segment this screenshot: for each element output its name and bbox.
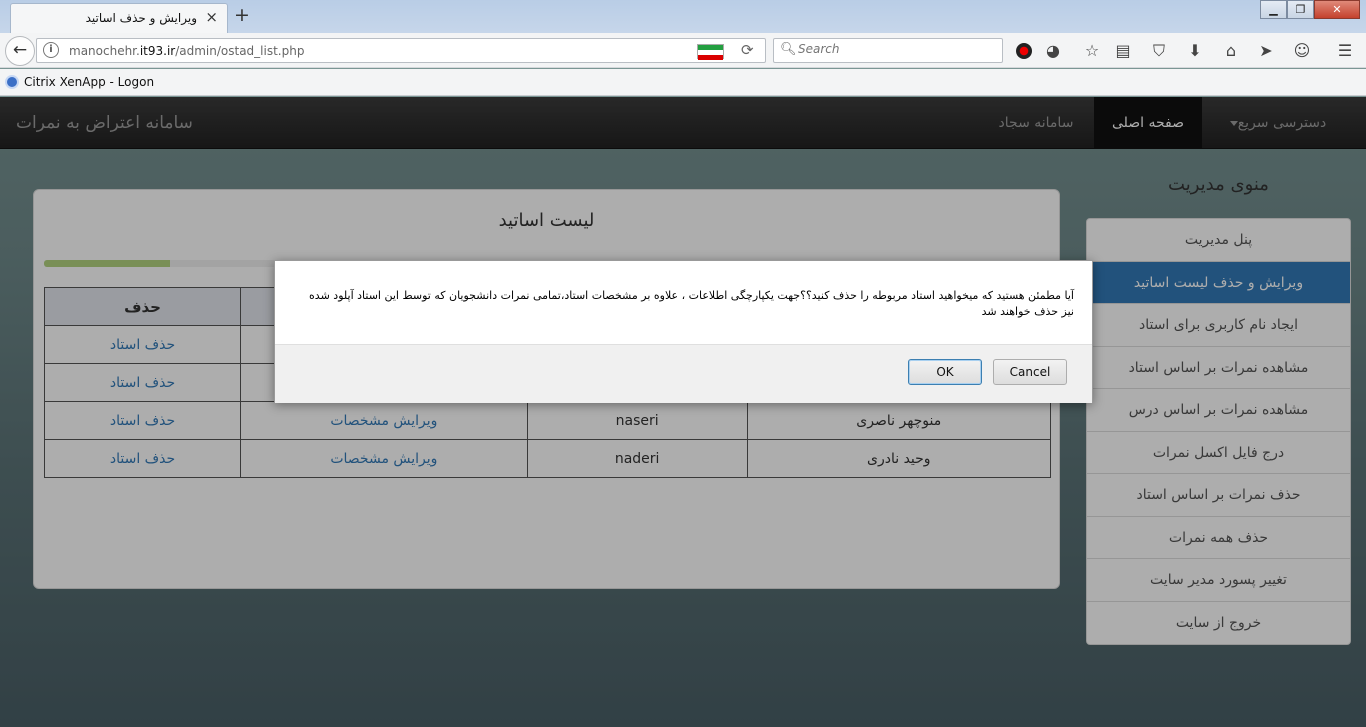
- browser-titlebar: ویرایش و حذف اساتید × + ▁ ❐ ✕: [0, 0, 1366, 33]
- url-path: /admin/ostad_list.php: [175, 44, 305, 58]
- site-info-icon[interactable]: i: [43, 42, 59, 58]
- tab-close-icon[interactable]: ×: [205, 8, 218, 26]
- download-icon[interactable]: ⬇: [1184, 41, 1206, 61]
- send-icon[interactable]: ➤: [1255, 41, 1277, 61]
- ok-button[interactable]: OK: [908, 359, 982, 385]
- search-bar[interactable]: 🔍︎: [773, 38, 1003, 63]
- back-button[interactable]: ←: [5, 36, 35, 66]
- window-controls: ▁ ❐ ✕: [1260, 0, 1360, 19]
- reading-list-icon[interactable]: ▤: [1112, 41, 1134, 61]
- iran-flag-icon: [697, 44, 724, 60]
- tab-title: ویرایش و حذف اساتید: [85, 11, 197, 25]
- extension-icon[interactable]: ◕: [1042, 41, 1064, 61]
- bookmarks-bar: Citrix XenApp - Logon: [0, 69, 1366, 96]
- search-input[interactable]: [798, 42, 998, 56]
- url-domain: it93.ir: [139, 44, 176, 58]
- emoji-icon[interactable]: ☺: [1291, 41, 1313, 61]
- url-text[interactable]: manochehr.it93.ir/admin/ostad_list.php: [69, 44, 304, 58]
- url-prefix: manochehr.: [69, 44, 140, 58]
- home-icon[interactable]: ⌂: [1220, 41, 1242, 61]
- close-window-button[interactable]: ✕: [1314, 0, 1360, 19]
- new-tab-button[interactable]: +: [234, 4, 250, 26]
- record-icon[interactable]: [1016, 43, 1032, 59]
- reload-icon[interactable]: ⟳: [741, 41, 754, 59]
- pocket-icon[interactable]: ⛉: [1148, 41, 1170, 61]
- bookmark-star-icon[interactable]: ☆: [1081, 41, 1103, 61]
- browser-tab[interactable]: ویرایش و حذف اساتید ×: [10, 3, 228, 33]
- search-icon: 🔍︎: [780, 42, 797, 57]
- modal-overlay: [0, 97, 1366, 727]
- browser-toolbar: ← i manochehr.it93.ir/admin/ostad_list.p…: [0, 33, 1366, 68]
- citrix-icon: [5, 75, 19, 89]
- menu-icon[interactable]: ☰: [1334, 41, 1356, 61]
- maximize-button[interactable]: ❐: [1287, 0, 1314, 19]
- dialog-footer: OK Cancel: [275, 344, 1092, 403]
- confirm-dialog: آیا مطمئن هستید که میخواهید استاد مربوطه…: [274, 260, 1093, 403]
- minimize-button[interactable]: ▁: [1260, 0, 1287, 19]
- address-bar[interactable]: i manochehr.it93.ir/admin/ostad_list.php…: [36, 38, 766, 63]
- cancel-button[interactable]: Cancel: [993, 359, 1067, 385]
- bookmark-citrix[interactable]: Citrix XenApp - Logon: [24, 75, 154, 89]
- confirm-message: آیا مطمئن هستید که میخواهید استاد مربوطه…: [309, 289, 1074, 318]
